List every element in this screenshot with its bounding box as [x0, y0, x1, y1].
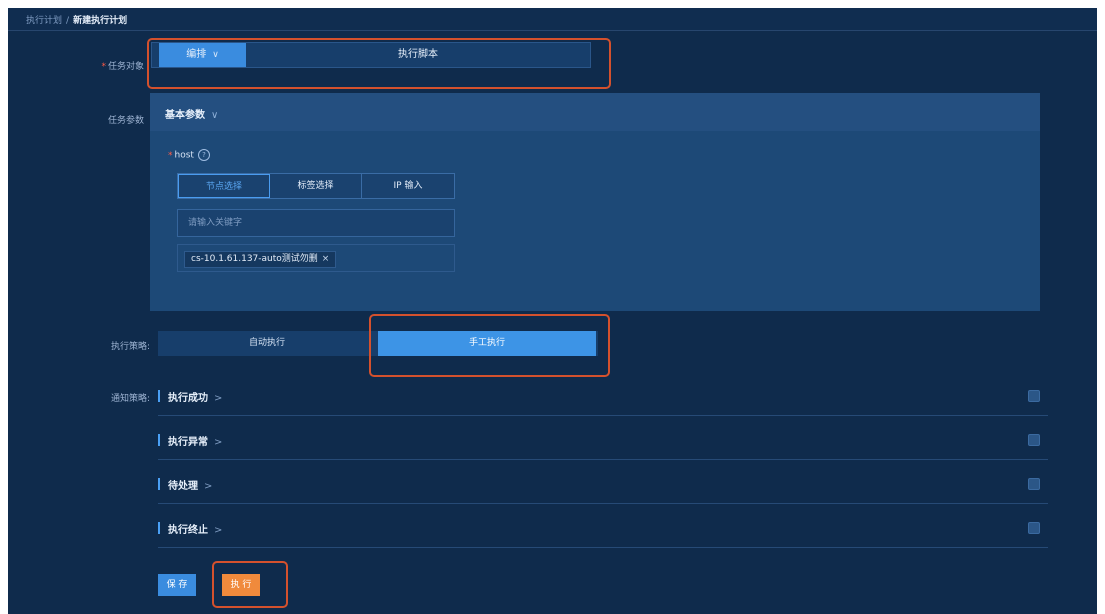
notify-item[interactable]: 执行异常 >: [158, 419, 1048, 460]
tab-node-select[interactable]: 节点选择: [178, 174, 270, 198]
notify-title-text: 执行异常: [168, 437, 208, 448]
task-object-label-text: 任务对象: [107, 62, 144, 72]
notify-title-text: 待处理: [168, 481, 198, 492]
chevron-down-icon: ∨: [211, 110, 219, 121]
host-tag: cs-10.1.61.137-auto测试勿删 ×: [184, 251, 337, 268]
breadcrumb-current: 新建执行计划: [73, 16, 128, 26]
notify-item[interactable]: 待处理 >: [158, 463, 1048, 504]
tab-tag-select[interactable]: 标签选择: [270, 174, 362, 198]
host-label-text: host: [174, 150, 194, 161]
strategy-label: 执行策略:: [110, 342, 150, 352]
script-option[interactable]: 执行脚本: [246, 43, 590, 67]
chevron-right-icon: >: [214, 525, 223, 536]
host-field-label: * host?: [168, 149, 210, 161]
chevron-right-icon: >: [214, 393, 223, 404]
close-icon[interactable]: ×: [322, 254, 330, 264]
accent-bar: [158, 434, 160, 446]
notify-checkbox[interactable]: [1028, 434, 1040, 446]
task-object-selector: 编排 ∨ 执行脚本: [151, 42, 591, 68]
top-bar: 执行计划 / 新建执行计划: [8, 8, 1097, 31]
breadcrumb: 执行计划 / 新建执行计划: [26, 13, 127, 26]
notify-checkbox[interactable]: [1028, 390, 1040, 402]
accent-bar: [158, 390, 160, 402]
script-option-label: 执行脚本: [398, 49, 438, 60]
notify-title-text: 执行成功: [168, 393, 208, 404]
notify-title-text: 执行终止: [168, 525, 208, 536]
breadcrumb-parent[interactable]: 执行计划: [26, 16, 62, 26]
accent-bar: [158, 522, 160, 534]
arrange-dropdown[interactable]: 编排 ∨: [159, 43, 246, 67]
notify-checkbox[interactable]: [1028, 478, 1040, 490]
breadcrumb-separator: /: [66, 16, 70, 26]
run-button[interactable]: 执 行: [222, 574, 260, 596]
notify-checkbox[interactable]: [1028, 522, 1040, 534]
panel-title-text: 基本参数: [165, 110, 205, 121]
help-icon[interactable]: ?: [197, 149, 210, 161]
notify-item[interactable]: 执行成功 >: [158, 375, 1048, 416]
accent-bar: [158, 478, 160, 490]
basic-params-panel: 基本参数 ∨ *host? 节点选择 标签选择 IP 输入 cs-10.1.61.…: [150, 93, 1040, 311]
task-params-label: 任务参数: [107, 116, 144, 126]
panel-title: 基本参数 ∨: [165, 106, 218, 121]
notify-label: 通知策略:: [110, 394, 150, 404]
host-tag-text: cs-10.1.61.137-auto测试勿删: [191, 254, 318, 264]
keyword-search-input[interactable]: [177, 209, 455, 237]
notify-title: 执行成功 >: [168, 389, 222, 404]
tab-ip-input[interactable]: IP 输入: [362, 174, 454, 198]
manual-execute-option[interactable]: 手工执行: [378, 331, 596, 356]
required-mark: *: [101, 62, 106, 72]
host-select-tabs: 节点选择 标签选择 IP 输入: [177, 173, 455, 199]
arrange-label: 编排: [186, 49, 207, 60]
chevron-down-icon: ∨: [212, 50, 219, 60]
chevron-right-icon: >: [204, 481, 213, 492]
notify-title: 待处理 >: [168, 477, 212, 492]
chevron-right-icon: >: [214, 437, 223, 448]
notify-item[interactable]: 执行终止 >: [158, 507, 1048, 548]
save-button[interactable]: 保 存: [158, 574, 196, 596]
notify-title: 执行终止 >: [168, 521, 222, 536]
task-object-label: * 任务对象: [64, 59, 144, 72]
strategy-selector: 自动执行 手工执行: [158, 331, 598, 356]
auto-execute-option[interactable]: 自动执行: [158, 331, 376, 356]
notify-title: 执行异常 >: [168, 433, 222, 448]
required-mark: *: [168, 150, 173, 161]
selected-hosts-box: cs-10.1.61.137-auto测试勿删 ×: [177, 244, 455, 272]
panel-header[interactable]: 基本参数 ∨: [150, 93, 1040, 131]
